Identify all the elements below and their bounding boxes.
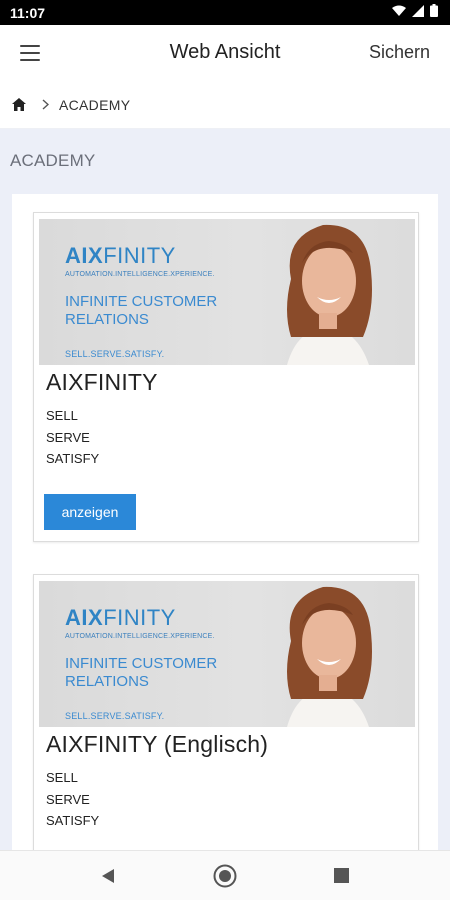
description-line: SELL <box>46 770 78 785</box>
brand-subline: AUTOMATION.INTELLIGENCE.XPERIENCE. <box>65 633 215 640</box>
description-line: SERVE <box>46 791 90 807</box>
main-content: ACADEMY AIXFINITY AUTOMATION.INTELLIGENC… <box>0 129 450 900</box>
signal-icon <box>412 4 424 22</box>
save-button[interactable]: Sichern <box>369 42 430 63</box>
brand-subline: AUTOMATION.INTELLIGENCE.XPERIENCE. <box>65 271 215 278</box>
recents-square-icon[interactable] <box>329 863 355 889</box>
course-card: AIXFINITY AUTOMATION.INTELLIGENCE.XPERIE… <box>33 212 419 542</box>
battery-icon <box>430 3 438 22</box>
section-title: ACADEMY <box>10 151 96 170</box>
breadcrumb-current: ACADEMY <box>59 96 131 113</box>
description-line: SATISFY <box>46 813 100 828</box>
course-title: AIXFINITY <box>46 369 158 395</box>
brand-logo: AIXFINITY <box>65 605 176 630</box>
banner-headline: INFINITE CUSTOMER RELATIONS <box>65 293 218 328</box>
description-line: SELL <box>46 408 78 423</box>
course-banner-image: AIXFINITY AUTOMATION.INTELLIGENCE.XPERIE… <box>39 219 415 365</box>
show-course-button[interactable]: anzeigen <box>44 494 136 530</box>
course-description: SELL SERVE SATISFY <box>46 405 99 470</box>
breadcrumb: ACADEMY <box>0 81 450 129</box>
back-triangle-icon[interactable] <box>95 863 121 889</box>
system-nav-bar <box>0 850 450 900</box>
description-line: SERVE <box>46 429 90 445</box>
woman-portrait-image <box>287 586 372 727</box>
wifi-icon <box>392 4 406 22</box>
course-description: SELL SERVE SATISFY <box>46 767 99 832</box>
banner-headline: INFINITE CUSTOMER RELATIONS <box>65 655 218 690</box>
description-line: SATISFY <box>46 451 100 466</box>
banner-tagline: SELL.SERVE.SATISFY. <box>65 711 165 721</box>
woman-portrait-image <box>287 224 372 365</box>
brand-logo: AIXFINITY <box>65 243 176 268</box>
status-bar: 11:07 <box>0 0 450 25</box>
status-icons <box>392 3 438 22</box>
status-time: 11:07 <box>10 4 46 21</box>
chevron-right-icon <box>42 97 50 113</box>
home-circle-icon[interactable] <box>212 863 238 889</box>
banner-tagline: SELL.SERVE.SATISFY. <box>65 349 165 359</box>
home-icon[interactable] <box>12 97 26 112</box>
app-bar: Web Ansicht Sichern <box>0 25 450 81</box>
course-title: AIXFINITY (Englisch) <box>46 731 269 757</box>
content-panel: AIXFINITY AUTOMATION.INTELLIGENCE.XPERIE… <box>12 194 438 900</box>
course-banner-image: AIXFINITY AUTOMATION.INTELLIGENCE.XPERIE… <box>39 581 415 727</box>
